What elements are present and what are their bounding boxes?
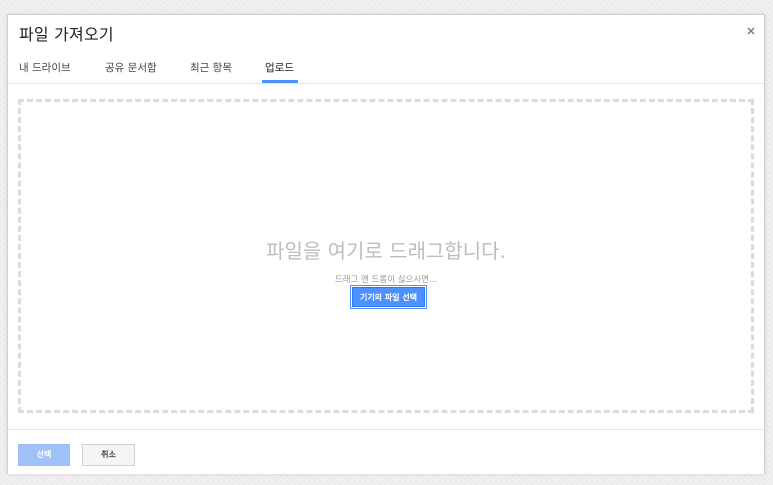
tab-recent[interactable]: 최근 항목: [190, 60, 232, 75]
tab-bar: 내 드라이브 공유 문서함 최근 항목 업로드: [8, 49, 764, 84]
select-button[interactable]: 선택: [18, 444, 70, 466]
dialog-footer: 선택 취소: [8, 429, 764, 474]
active-tab-indicator: [262, 80, 298, 83]
drop-zone[interactable]: 파일을 여기로 드래그합니다. 드래그 앤 드롭이 싫으시면... 기기의 파일…: [18, 99, 754, 413]
select-device-file-button[interactable]: 기기의 파일 선택: [352, 287, 425, 307]
cancel-button[interactable]: 취소: [82, 444, 135, 466]
drop-zone-title: 파일을 여기로 드래그합니다.: [266, 239, 506, 263]
drop-zone-subtitle: 드래그 앤 드롭이 싫으시면...: [334, 275, 438, 285]
tab-my-drive[interactable]: 내 드라이브: [19, 60, 71, 75]
dialog-title: 파일 가져오기: [19, 25, 114, 44]
tab-upload[interactable]: 업로드: [265, 60, 294, 75]
tab-shared-with-me[interactable]: 공유 문서함: [105, 60, 157, 75]
close-icon[interactable]: [745, 22, 757, 35]
file-import-dialog: 파일 가져오기 내 드라이브 공유 문서함 최근 항목 업로드 파일을 여기로 …: [7, 14, 765, 474]
upload-panel: 파일을 여기로 드래그합니다. 드래그 앤 드롭이 싫으시면... 기기의 파일…: [8, 84, 764, 429]
